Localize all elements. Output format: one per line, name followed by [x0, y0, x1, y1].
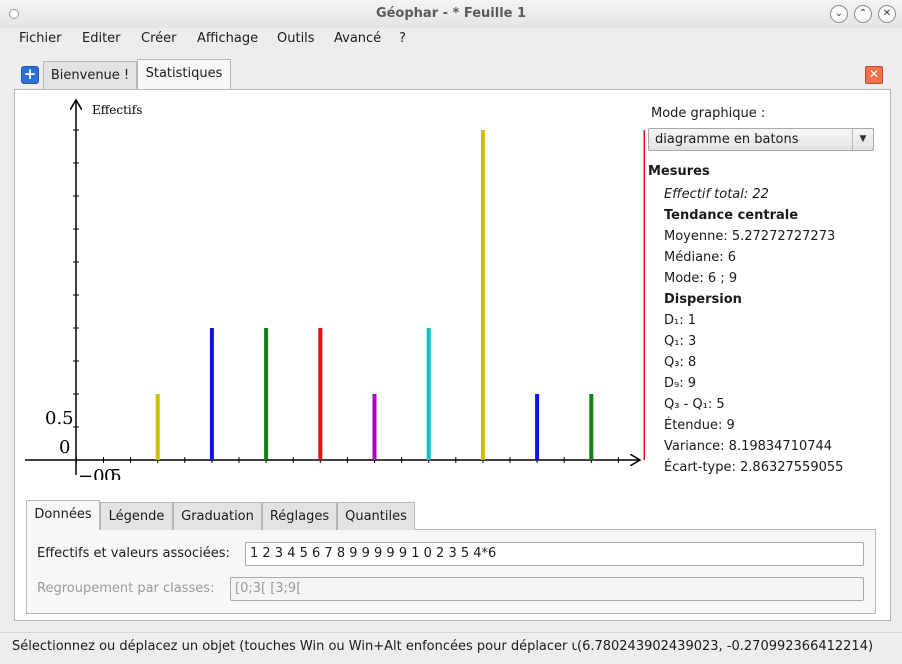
subtab-reglages[interactable]: Réglages	[262, 502, 337, 530]
menu-bar: Fichier Editer Créer Affichage Outils Av…	[0, 28, 902, 50]
minimize-button[interactable]: ⌄	[830, 5, 848, 23]
close-window-button[interactable]: ✕	[878, 5, 896, 23]
mode-graphique-select[interactable]: diagramme en batons ▼	[648, 128, 874, 151]
effectifs-label: Effectifs et valeurs associées:	[37, 546, 230, 561]
mode-graphique-value: diagramme en batons	[655, 132, 799, 147]
bar-1[interactable]	[155, 394, 160, 460]
dispersion-title: Dispersion	[664, 292, 742, 307]
close-tab-icon[interactable]: ✕	[865, 66, 883, 84]
add-tab-icon[interactable]: +	[21, 66, 39, 84]
etendue-value: Étendue: 9	[664, 418, 735, 433]
mode-graphique-label: Mode graphique :	[651, 106, 766, 121]
effectifs-input[interactable]: 1 2 3 4 5 6 7 8 9 9 9 9 9 1 0 2 3 5 4*6	[245, 542, 864, 566]
subtab-legende[interactable]: Légende	[100, 502, 173, 530]
bar-4[interactable]	[318, 328, 323, 460]
ecart-type-value: Écart-type: 2.86327559055	[664, 460, 844, 475]
bar-8[interactable]	[535, 394, 540, 460]
q3-value: Q₃: 8	[664, 355, 697, 370]
subtab-donnees[interactable]: Données	[26, 500, 100, 530]
window-title: Géophar - * Feuille 1	[375, 6, 527, 21]
y-axis-label: Effectifs	[92, 103, 142, 117]
regroupement-label: Regroupement par classes:	[37, 581, 215, 596]
y-tick-label-half: 0.5	[45, 408, 74, 429]
menu-editer[interactable]: Editer	[82, 31, 121, 46]
bar-3[interactable]	[264, 328, 269, 460]
d1-value: D₁: 1	[664, 313, 697, 328]
bar-chart[interactable]: Effectifs 0.5 0 −0.5 0	[15, 90, 645, 480]
tab-bienvenue[interactable]: Bienvenue !	[43, 61, 137, 90]
status-message: Sélectionnez ou déplacez un objet (touch…	[12, 639, 577, 654]
mediane-value: Médiane: 6	[664, 250, 737, 265]
y-tick-label-zero: 0	[59, 437, 70, 458]
title-bar: Géophar - * Feuille 1 ⌄ ⌃ ✕	[0, 0, 902, 29]
variance-value: Variance: 8.19834710744	[664, 439, 833, 454]
menu-creer[interactable]: Créer	[141, 31, 176, 46]
maximize-button[interactable]: ⌃	[854, 5, 872, 23]
menu-outils[interactable]: Outils	[277, 31, 315, 46]
subtab-quantiles[interactable]: Quantiles	[337, 502, 415, 530]
mode-value: Mode: 6 ; 9	[664, 271, 738, 286]
tendance-centrale-title: Tendance centrale	[664, 208, 799, 223]
status-bar: Sélectionnez ou déplacez un objet (touch…	[0, 632, 902, 664]
effectif-total: Effectif total: 22	[664, 187, 769, 202]
bar-10[interactable]	[643, 130, 646, 460]
chevron-down-icon[interactable]: ▼	[852, 129, 873, 150]
mesures-title: Mesures	[648, 164, 710, 179]
bar-2[interactable]	[209, 328, 214, 460]
q1-value: Q₁: 3	[664, 334, 697, 349]
x-tick-label-zero: 0	[104, 466, 115, 480]
bar-7[interactable]	[480, 130, 485, 460]
tab-statistiques[interactable]: Statistiques	[137, 59, 231, 90]
menu-affichage[interactable]: Affichage	[197, 31, 258, 46]
iqr-value: Q₃ - Q₁: 5	[664, 397, 725, 412]
bar-5[interactable]	[372, 394, 377, 460]
bar-9[interactable]	[589, 394, 594, 460]
subtab-graduation[interactable]: Graduation	[173, 502, 262, 530]
menu-fichier[interactable]: Fichier	[19, 31, 62, 46]
moyenne-value: Moyenne: 5.27272727273	[664, 229, 836, 244]
status-coordinates: (6.780243902439023, -0.270992366412214)	[577, 639, 874, 654]
menu-avance[interactable]: Avancé	[334, 31, 381, 46]
bars-group	[155, 130, 646, 460]
bar-6[interactable]	[426, 328, 431, 460]
d9-value: D₉: 9	[664, 376, 697, 391]
menu-help[interactable]: ?	[399, 31, 406, 46]
regroupement-input[interactable]: [0;3[ [3;9[	[230, 577, 864, 601]
